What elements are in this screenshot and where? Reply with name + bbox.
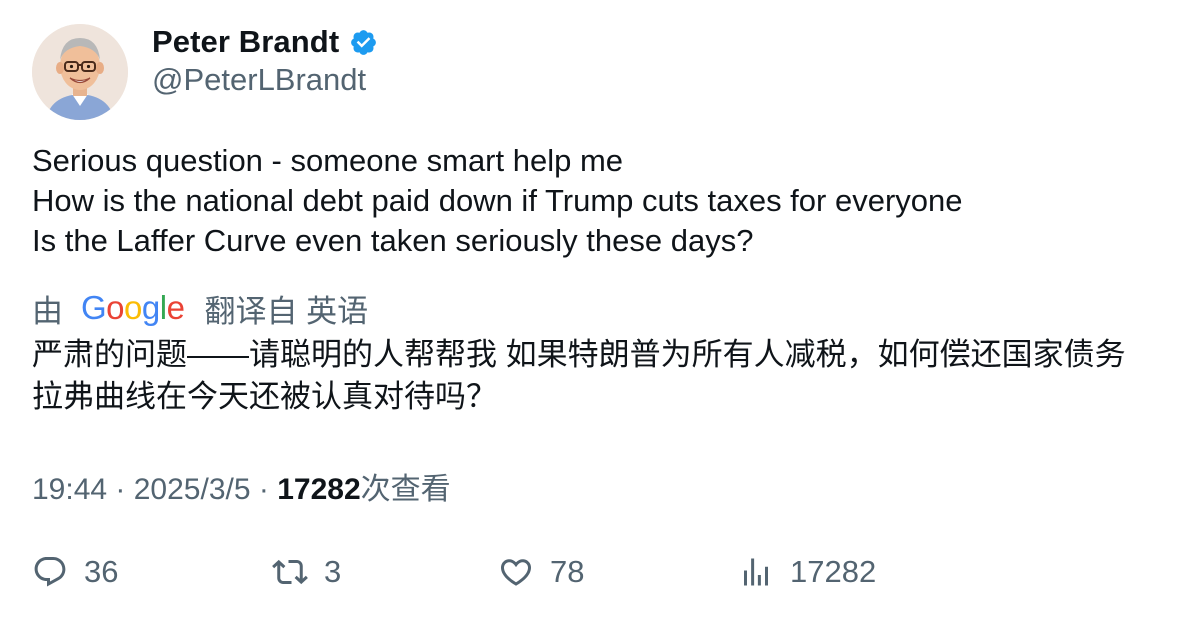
repost-icon xyxy=(272,559,308,585)
tweet-line: Is the Laffer Curve even taken seriously… xyxy=(32,223,754,258)
reply-icon xyxy=(34,557,66,587)
views-action-count: 17282 xyxy=(790,554,877,589)
google-logo-icon: Google xyxy=(81,289,185,326)
like-count: 78 xyxy=(550,554,585,589)
cartoon-man-avatar-icon xyxy=(32,24,128,120)
action-bar: 36 3 78 17282 xyxy=(32,548,1172,596)
tweet-date[interactable]: 2025/3/5 xyxy=(134,473,251,506)
translated-line: 拉弗曲线在今天还被认真对待吗？ xyxy=(32,379,497,414)
author-display-name[interactable]: Peter Brandt xyxy=(152,24,339,60)
repost-count: 3 xyxy=(324,554,342,589)
heart-icon xyxy=(500,559,532,586)
author-name-row[interactable]: Peter Brandt xyxy=(152,22,378,62)
views-button[interactable]: 17282 xyxy=(738,548,876,596)
tweet-meta: 19:44 · 2025/3/5 · 17282次查看 xyxy=(32,464,451,508)
translation-attribution: 由 Google 翻译自 英语 xyxy=(32,286,368,330)
translation-suffix: 翻译自 英语 xyxy=(204,293,369,329)
reply-count: 36 xyxy=(84,554,119,589)
tweet-line: How is the national debt paid down if Tr… xyxy=(32,183,963,218)
tweet-time[interactable]: 19:44 xyxy=(32,473,107,506)
translation-prefix: 由 xyxy=(32,293,63,329)
meta-separator: · xyxy=(107,473,134,506)
translated-text: 严肃的问题——请聪明的人帮帮我 如果特朗普为所有人减税，如何偿还国家债务 拉弗曲… xyxy=(32,334,1182,418)
views-count: 17282 xyxy=(277,473,361,506)
verified-badge-icon[interactable] xyxy=(349,28,378,57)
tweet-text: Serious question - someone smart help me… xyxy=(32,141,1172,261)
like-button[interactable]: 78 xyxy=(498,548,584,596)
analytics-icon xyxy=(744,558,768,586)
repost-button[interactable]: 3 xyxy=(272,548,341,596)
author-handle[interactable]: @PeterLBrandt xyxy=(152,62,366,98)
translated-line: 严肃的问题——请聪明的人帮帮我 如果特朗普为所有人减税，如何偿还国家债务 xyxy=(32,337,1126,372)
meta-separator: · xyxy=(250,473,278,506)
reply-button[interactable]: 36 xyxy=(32,548,118,596)
tweet-line: Serious question - someone smart help me xyxy=(32,143,624,178)
avatar[interactable] xyxy=(32,24,128,120)
views-label: 次查看 xyxy=(360,473,451,506)
